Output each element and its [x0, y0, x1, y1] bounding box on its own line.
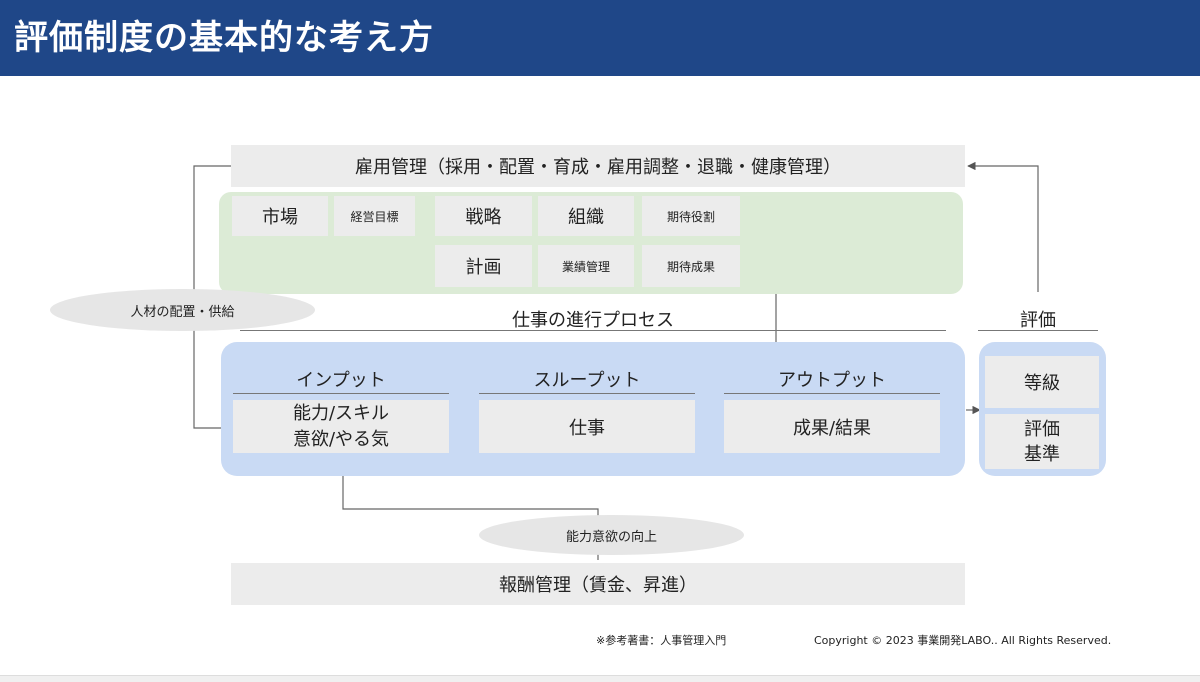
process-title-underline — [240, 330, 946, 331]
throughput-title: スループット — [479, 364, 695, 394]
throughput-box: 仕事 — [479, 400, 695, 453]
copyright-text: Copyright © 2023 事業開発LABO.. All Rights R… — [814, 634, 1112, 647]
input-box: 能力/スキル 意欲/やる気 — [233, 400, 449, 453]
expected-role-box: 期待役割 — [642, 196, 740, 236]
input-ability-text: 能力/スキル — [292, 402, 390, 424]
business-goal-box: 経営目標 — [334, 196, 415, 236]
grade-box: 等級 — [985, 356, 1099, 408]
criteria-line-2: 基準 — [1024, 443, 1060, 465]
input-title: インプット — [233, 364, 449, 394]
performance-management-box: 業績管理 — [538, 245, 634, 287]
strategy-box: 戦略 — [435, 196, 532, 236]
evaluation-title: 評価 — [1020, 310, 1056, 331]
input-motivation-text: 意欲/やる気 — [292, 428, 390, 450]
output-box: 成果/結果 — [724, 400, 940, 453]
expected-result-box: 期待成果 — [642, 245, 740, 287]
evaluation-title-underline — [978, 330, 1098, 331]
process-title: 仕事の進行プロセス — [512, 310, 674, 331]
market-box: 市場 — [232, 196, 328, 236]
ability-motivation-improvement-label: 能力意欲の向上 — [479, 515, 744, 555]
plan-box: 計画 — [435, 245, 532, 287]
criteria-line-1: 評価 — [1024, 418, 1060, 440]
evaluation-criteria-box: 評価 基準 — [985, 414, 1099, 469]
evaluation-to-employment-arrow — [967, 161, 1039, 292]
employment-management-box: 雇用管理（採用・配置・育成・雇用調整・退職・健康管理） — [231, 145, 965, 187]
output-title: アウトプット — [724, 364, 940, 394]
organization-box: 組織 — [538, 196, 634, 236]
reference-note: ※参考著書：人事管理入門 — [596, 634, 727, 647]
bottom-divider — [0, 675, 1200, 682]
compensation-management-box: 報酬管理（賃金、昇進） — [231, 563, 965, 605]
